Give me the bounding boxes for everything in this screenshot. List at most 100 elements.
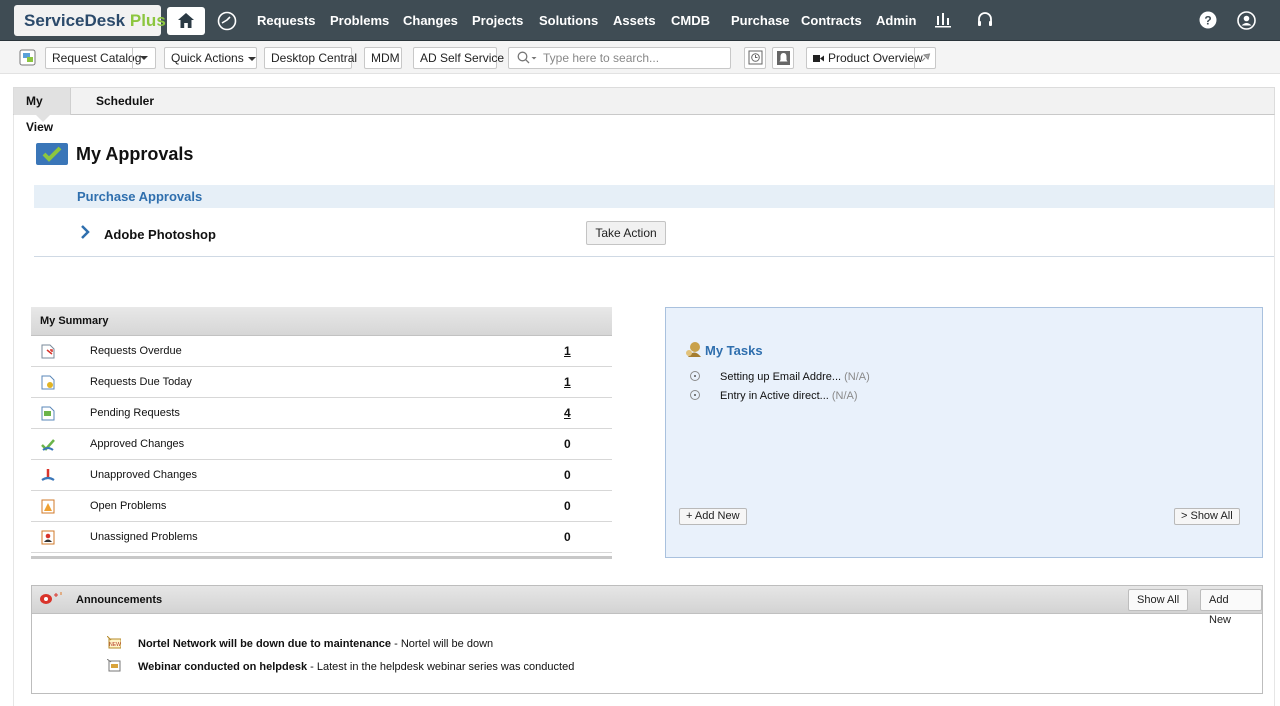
summary-count-link[interactable]: 4 (564, 398, 571, 428)
summary-row-approved-changes[interactable]: Approved Changes 0 (31, 429, 612, 460)
unassigned-problems-icon (41, 530, 55, 545)
nav-changes[interactable]: Changes (403, 0, 458, 41)
search-icon[interactable] (517, 51, 539, 65)
app-logo[interactable]: ServiceDesk Plus (14, 5, 166, 36)
search-input[interactable] (543, 49, 728, 67)
summary-row-unapproved-changes[interactable]: Unapproved Changes 0 (31, 460, 612, 491)
add-announcement-button[interactable]: Add New (1200, 589, 1262, 626)
my-summary-panel: My Summary Requests Overdue 1 Requests D… (31, 307, 612, 559)
summary-label: Pending Requests (90, 407, 180, 419)
brand-name: ServiceDesk (24, 11, 126, 30)
tasks-icon (686, 342, 701, 357)
nav-projects[interactable]: Projects (472, 0, 523, 41)
desktop-central-label: Desktop Central (271, 51, 358, 65)
take-action-button[interactable]: Take Action (586, 221, 666, 245)
nav-cmdb[interactable]: CMDB (671, 0, 710, 41)
tab-my-view[interactable]: My View (14, 88, 71, 134)
my-summary-title: My Summary (31, 307, 612, 336)
summary-row-pending-requests[interactable]: Pending Requests 4 (31, 398, 612, 429)
request-catalog-dropdown[interactable]: Request Catalog (45, 47, 156, 69)
summary-row-unassigned-problems[interactable]: Unassigned Problems 0 (31, 522, 612, 553)
task-text[interactable]: Entry in Active direct... (720, 390, 829, 402)
my-tasks-panel: My Tasks Setting up Email Addre... (N/A)… (665, 307, 1263, 558)
ad-self-service-button[interactable]: AD Self Service (413, 47, 504, 69)
nav-assets[interactable]: Assets (613, 0, 656, 41)
product-overview-button[interactable]: Product Overview (806, 47, 936, 69)
approval-item[interactable]: Adobe Photoshop (104, 227, 216, 242)
announcement-title[interactable]: Nortel Network will be down due to maint… (138, 638, 391, 650)
announcement-doc-icon (107, 659, 121, 672)
nav-problems[interactable]: Problems (330, 0, 389, 41)
desktop-central-button[interactable]: Desktop Central (264, 47, 357, 69)
task-item[interactable]: Entry in Active direct... (N/A) (690, 390, 858, 402)
summary-count-link[interactable]: 1 (564, 367, 571, 397)
announcement-item[interactable]: NEW Nortel Network will be down due to ma… (107, 636, 493, 650)
user-profile-icon[interactable] (1237, 11, 1256, 30)
timesheet-icon (748, 50, 763, 65)
nav-purchase[interactable]: Purchase (731, 0, 790, 41)
my-tasks-title: My Tasks (705, 343, 763, 358)
dashboard-icon[interactable] (217, 11, 237, 31)
request-catalog-label: Request Catalog (52, 51, 142, 65)
summary-label: Open Problems (90, 500, 167, 512)
summary-label: Approved Changes (90, 438, 185, 450)
announcements-panel: Announcements Show All Add New NEW Nortel… (31, 585, 1263, 694)
announcements-title: Announcements (76, 594, 163, 606)
summary-row-requests-overdue[interactable]: Requests Overdue 1 (31, 336, 612, 367)
home-icon (178, 13, 194, 28)
headset-support-icon[interactable] (976, 11, 994, 29)
summary-row-requests-due-today[interactable]: Requests Due Today 1 (31, 367, 612, 398)
summary-row-open-problems[interactable]: Open Problems 0 (31, 491, 612, 522)
global-search[interactable] (508, 47, 731, 69)
summary-count-link[interactable]: 1 (564, 336, 571, 366)
show-all-tasks-button[interactable]: > Show All (1174, 508, 1240, 525)
quick-actions-dropdown[interactable]: Quick Actions (164, 47, 257, 69)
reports-icon[interactable] (934, 11, 952, 29)
add-task-button[interactable]: + Add New (679, 508, 747, 525)
unapproved-changes-icon (41, 469, 55, 481)
announcement-item[interactable]: Webinar conducted on helpdesk - Latest i… (107, 659, 574, 673)
pending-requests-icon (41, 406, 55, 421)
announcements-header: Announcements Show All Add New (32, 586, 1262, 626)
chevron-down-icon (140, 56, 148, 60)
view-tabs: My View Scheduler (13, 87, 1275, 134)
tab-scheduler[interactable]: Scheduler (96, 88, 154, 115)
task-radio[interactable] (690, 371, 700, 381)
quick-actions-label: Quick Actions (171, 51, 244, 65)
summary-count: 0 (564, 530, 571, 544)
bell-icon (777, 51, 790, 65)
announcement-desc: - Nortel will be down (391, 638, 494, 650)
pin-icon[interactable] (920, 52, 931, 63)
top-navigation-bar: ServiceDesk Plus Requests Problems Chang… (0, 0, 1280, 41)
timesheet-button[interactable] (744, 47, 766, 69)
mdm-button[interactable]: MDM (364, 47, 402, 69)
help-icon[interactable]: ? (1199, 11, 1217, 29)
nav-solutions[interactable]: Solutions (539, 0, 598, 41)
task-text[interactable]: Setting up Email Addre... (720, 371, 841, 383)
brand-plus: Plus (129, 11, 166, 30)
new-badge-icon: NEW (107, 636, 121, 649)
task-status: (N/A) (831, 390, 858, 402)
approved-changes-icon (41, 439, 55, 451)
summary-label: Unapproved Changes (90, 469, 198, 481)
divider (31, 556, 612, 559)
notifications-button[interactable] (772, 47, 794, 69)
request-catalog-icon[interactable] (19, 49, 36, 66)
task-item[interactable]: Setting up Email Addre... (N/A) (690, 371, 870, 383)
chevron-down-icon (247, 56, 256, 61)
requests-due-today-icon (41, 375, 55, 390)
quick-toolbar: Request Catalog Quick Actions Desktop Ce… (0, 41, 1280, 74)
summary-count: 0 (564, 499, 571, 513)
video-camera-icon (813, 55, 824, 62)
home-button[interactable] (167, 7, 205, 35)
purchase-approvals-label[interactable]: Purchase Approvals (77, 189, 202, 204)
nav-contracts[interactable]: Contracts (801, 0, 862, 41)
chevron-right-icon[interactable] (80, 225, 90, 239)
summary-count: 0 (564, 468, 571, 482)
open-problems-icon (41, 499, 55, 514)
nav-admin[interactable]: Admin (876, 0, 916, 41)
task-radio[interactable] (690, 390, 700, 400)
announcement-title[interactable]: Webinar conducted on helpdesk (138, 661, 307, 673)
nav-requests[interactable]: Requests (257, 0, 316, 41)
show-all-announcements-button[interactable]: Show All (1128, 589, 1189, 611)
